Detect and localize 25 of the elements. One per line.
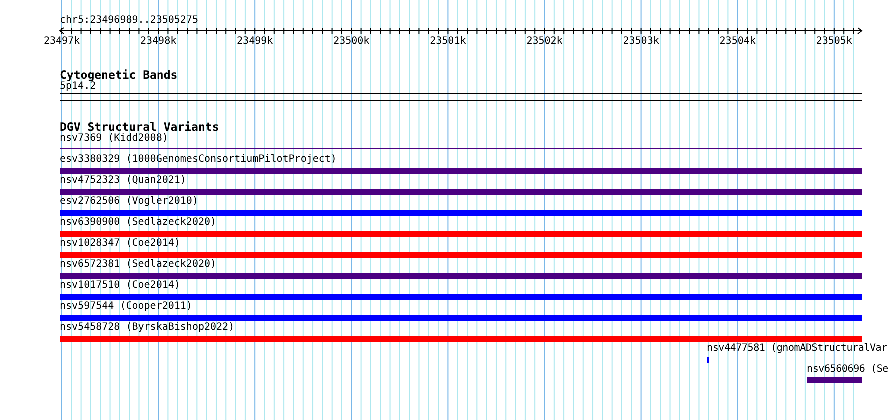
feature-label: nsv597544 (Cooper2011) [60,301,192,313]
feature-label: nsv6390900 (Sedlazeck2020) [60,217,217,229]
tick-label: 23500k [334,36,370,47]
tick-label: 23497k [44,36,80,47]
tick-label: 23498k [140,36,177,47]
track-title: DGV Structural Variants [60,121,220,133]
band-label: 5p14.2 [60,81,96,93]
track-title: Cytogenetic Bands [60,69,178,81]
tick-label: 23504k [720,36,756,47]
feature-label: esv2762506 (Vogler2010) [60,196,198,208]
feature-label: nsv1017510 (Coe2014) [60,280,180,292]
feature-label: nsv6560696 (Se [807,364,888,376]
location-label: chr5:23496989..23505275 [60,14,198,26]
tick-label: 23505k [816,36,852,47]
tick-label: 23503k [623,36,660,47]
feature-label: nsv7369 (Kidd2008) [60,133,168,145]
feature-label: nsv4752323 (Quan2021) [60,175,186,187]
tick-label: 23499k [237,36,274,47]
feature-label: nsv5458728 (ByrskaBishop2022) [60,322,235,334]
tick-label: 23502k [526,36,563,47]
tick-label: 23501k [430,36,466,47]
feature-label: nsv4477581 (gnomADStructuralVar [707,343,888,355]
feature-label: nsv1028347 (Coe2014) [60,238,180,250]
feature-label: nsv6572381 (Sedlazeck2020) [60,259,217,271]
feature-label: esv3380329 (1000GenomesConsortiumPilotProject) [60,154,337,166]
